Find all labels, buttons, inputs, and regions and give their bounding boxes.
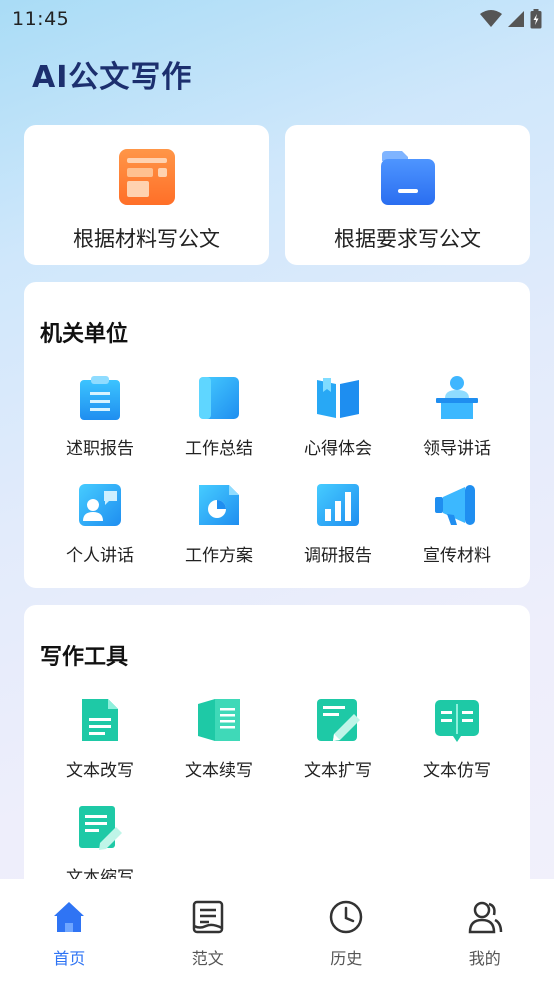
- podium-speaker-icon: [436, 376, 478, 419]
- grid-item-research-report[interactable]: 调研报告: [279, 481, 397, 566]
- status-time: 11:45: [12, 8, 70, 30]
- grid-item-label: 文本扩写: [304, 761, 372, 781]
- grid-item-label: 工作方案: [185, 546, 253, 566]
- users-icon: [468, 901, 502, 934]
- nav-tab-articles[interactable]: 范文: [139, 879, 278, 984]
- grid-item-work-summary[interactable]: 工作总结: [160, 374, 278, 459]
- nav-label: 我的: [468, 949, 501, 968]
- quick-action-label: 根据要求写公文: [334, 227, 481, 251]
- battery-charging-icon: [530, 9, 542, 29]
- bottom-nav: 首页 范文 历史 我的: [0, 879, 554, 984]
- pie-chart-doc-icon: [199, 485, 239, 525]
- wifi-icon: [480, 10, 502, 27]
- grid-item-text-abbreviate[interactable]: 文本缩写: [41, 803, 159, 888]
- grid-item-work-plan[interactable]: 工作方案: [160, 481, 278, 566]
- grid-item-label: 个人讲话: [66, 546, 134, 566]
- notebook-icon: [199, 377, 239, 419]
- grid-item-label: 工作总结: [185, 439, 253, 459]
- writing-tools-section: 写作工具 文本改写 文本续写 文本扩写 文本仿写 文本缩写: [24, 605, 530, 925]
- nav-label: 历史: [330, 949, 363, 968]
- agency-section: 机关单位 述职报告 工作总结 心得体会 领导讲话 个人讲话 工作方案 调研报告 …: [24, 282, 530, 588]
- orange-document-icon: [118, 149, 175, 205]
- grid-item-publicity-materials[interactable]: 宣传材料: [398, 481, 516, 566]
- nav-label: 首页: [53, 949, 86, 968]
- grid-item-label: 文本续写: [185, 761, 253, 781]
- grid-item-text-imitate[interactable]: 文本仿写: [398, 696, 516, 781]
- signal-icon: [508, 11, 524, 27]
- section-title: 写作工具: [40, 645, 129, 670]
- clipboard-icon: [80, 376, 120, 420]
- quick-action-label: 根据材料写公文: [73, 227, 220, 251]
- grid-item-reflections[interactable]: 心得体会: [279, 374, 397, 459]
- quick-action-from-materials[interactable]: 根据材料写公文: [24, 125, 269, 265]
- app-title: AI公文写作: [32, 60, 193, 95]
- document-lines-icon: [82, 699, 118, 741]
- grid-item-label: 文本仿写: [423, 761, 491, 781]
- status-bar: 11:45: [0, 0, 554, 38]
- nav-label: 范文: [191, 949, 224, 968]
- bar-chart-icon: [317, 484, 359, 526]
- clock-icon: [330, 900, 363, 934]
- article-icon: [192, 900, 223, 934]
- grid-item-label: 文本改写: [66, 761, 134, 781]
- document-pen-icon: [79, 806, 122, 850]
- home-icon: [54, 902, 85, 932]
- megaphone-icon: [435, 485, 475, 525]
- grid-item-leader-speech[interactable]: 领导讲话: [398, 374, 516, 459]
- grid-item-label: 述职报告: [66, 439, 134, 459]
- nav-tab-mine[interactable]: 我的: [416, 879, 554, 984]
- grid-item-text-expand[interactable]: 文本扩写: [279, 696, 397, 781]
- grid-item-text-rewrite[interactable]: 文本改写: [41, 696, 159, 781]
- section-title: 机关单位: [40, 322, 129, 347]
- grid-item-label: 宣传材料: [423, 546, 491, 566]
- person-speech-icon: [79, 484, 121, 526]
- open-book-lines-icon: [435, 700, 479, 742]
- nav-tab-home[interactable]: 首页: [0, 879, 139, 984]
- quick-action-from-requirements[interactable]: 根据要求写公文: [285, 125, 530, 265]
- grid-item-label: 领导讲话: [423, 439, 491, 459]
- edit-pencil-icon: [317, 699, 360, 741]
- nav-tab-history[interactable]: 历史: [277, 879, 416, 984]
- grid-item-work-report[interactable]: 述职报告: [41, 374, 159, 459]
- grid-item-label: 调研报告: [304, 546, 372, 566]
- grid-item-text-continue[interactable]: 文本续写: [160, 696, 278, 781]
- open-book-icon: [317, 378, 359, 418]
- open-notebook-icon: [198, 699, 240, 741]
- grid-item-label: 心得体会: [304, 439, 372, 459]
- grid-item-personal-speech[interactable]: 个人讲话: [41, 481, 159, 566]
- status-icons: [480, 9, 542, 29]
- blue-folder-icon: [380, 151, 435, 205]
